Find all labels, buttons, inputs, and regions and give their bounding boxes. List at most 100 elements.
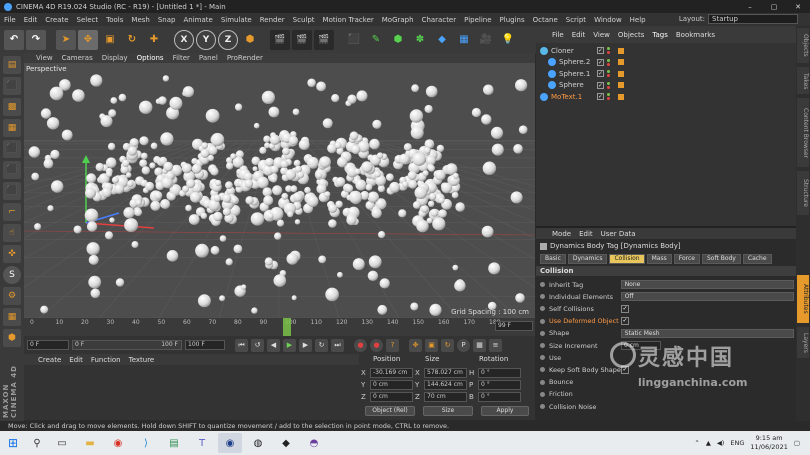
render-view-icon[interactable]: 🎬 (270, 29, 290, 50)
file-explorer-icon[interactable]: ▬ (78, 433, 102, 453)
autokeying-icon[interactable]: ● (370, 338, 383, 352)
tab-cache[interactable]: Cache (742, 253, 772, 264)
animate-bullet-icon[interactable] (540, 404, 545, 409)
coordinate-mode-dropdown[interactable]: Object (Rel) (365, 406, 415, 416)
planar-workplane-icon[interactable]: ▦ (3, 308, 21, 326)
object-enable-checkbox[interactable]: ✓ (597, 81, 604, 89)
animate-bullet-icon[interactable] (540, 379, 545, 385)
record-active-objects-icon[interactable]: ● (354, 338, 367, 352)
viewport-menu-panel[interactable]: Panel (199, 54, 218, 62)
subdivision-icon[interactable]: ⬢ (388, 30, 408, 50)
object-row-motext-1[interactable]: MoText.1 ✓ (536, 91, 796, 102)
menu-item-character[interactable]: Character (422, 16, 457, 24)
minimize-button[interactable]: – (738, 0, 762, 13)
tab-collision[interactable]: Collision (609, 253, 645, 264)
attribute-dropdown[interactable]: None (620, 280, 794, 289)
coordinate-system-icon[interactable]: ⬢ (240, 29, 260, 50)
y-axis-button[interactable]: Y (196, 29, 216, 50)
animate-bullet-icon[interactable] (540, 318, 545, 324)
menu-item-file[interactable]: File (4, 16, 16, 24)
end-frame-field[interactable]: 100 F (185, 340, 225, 350)
animate-bullet-icon[interactable] (540, 343, 545, 348)
z-axis-button[interactable]: Z (218, 29, 238, 50)
menu-item-sculpt[interactable]: Sculpt (293, 16, 315, 24)
animate-bullet-icon[interactable] (540, 391, 545, 397)
visibility-dot-icon[interactable] (607, 47, 610, 50)
object-tag-icon[interactable] (618, 47, 624, 54)
position-x-field[interactable]: -30.169 cm (370, 368, 413, 378)
vscode-icon[interactable]: ⟩ (134, 433, 158, 453)
mograph-icon[interactable]: ✽ (410, 30, 430, 50)
next-key-icon[interactable]: ↻ (315, 338, 328, 352)
volume-icon[interactable]: ◀) (717, 439, 725, 447)
viewport-solo-icon[interactable]: ⬢ (3, 329, 21, 347)
object-menu-edit[interactable]: Edit (572, 31, 586, 39)
live-selection-icon[interactable]: ➤ (56, 29, 76, 50)
rotation-b-field[interactable]: 0 ° (478, 392, 521, 402)
teams-icon[interactable]: T (190, 433, 214, 453)
timeline-menu-icon[interactable]: ≡ (489, 338, 502, 352)
size-mode-dropdown[interactable]: Size (423, 406, 473, 416)
rotation-h-field[interactable]: 0 ° (478, 368, 521, 378)
menu-item-pipeline[interactable]: Pipeline (464, 16, 491, 24)
material-manager-area[interactable] (24, 365, 359, 420)
menu-item-animate[interactable]: Animate (183, 16, 212, 24)
visibility-dot-icon[interactable] (607, 81, 610, 85)
tab-dynamics[interactable]: Dynamics (567, 253, 608, 264)
rotate-icon[interactable]: ↻ (122, 29, 142, 50)
rotation-p-field[interactable]: 0 ° (478, 380, 521, 390)
key-position-icon[interactable]: ✥ (409, 338, 422, 352)
tray-chevron-icon[interactable]: ⌃ (694, 439, 699, 447)
cinema4d-taskbar-icon[interactable]: ◉ (218, 433, 242, 453)
viewport-menu-prorender[interactable]: ProRender (227, 54, 263, 62)
notifications-icon[interactable]: ▢ (794, 439, 800, 447)
viewport-menu-cameras[interactable]: Cameras (62, 54, 93, 62)
viewport-menu-view[interactable]: View (36, 54, 53, 62)
key-parameter-icon[interactable]: P (457, 338, 470, 352)
menu-item-mesh[interactable]: Mesh (131, 16, 149, 24)
texture-mode-icon[interactable]: ▩ (3, 98, 21, 116)
floor-icon[interactable]: ▦ (454, 30, 474, 50)
go-to-end-icon[interactable]: ⏭ (331, 338, 344, 352)
search-icon[interactable]: ⚲ (26, 431, 48, 455)
start-button[interactable]: ⊞ (0, 431, 26, 455)
material-menu-function[interactable]: Function (91, 356, 121, 364)
deformer-icon[interactable]: ◆ (432, 30, 452, 50)
object-row-sphere[interactable]: Sphere ✓ (536, 80, 796, 91)
menu-item-script[interactable]: Script (566, 16, 586, 24)
unity-icon[interactable]: ◆ (274, 433, 298, 453)
language-indicator[interactable]: ENG (730, 439, 744, 447)
side-tab-content-browser[interactable]: Content Browser (797, 98, 809, 168)
size-x-field[interactable]: 578.027 cm (424, 368, 467, 378)
maximize-button[interactable]: ▢ (762, 0, 786, 13)
object-row-cloner[interactable]: Cloner ✓ (536, 45, 796, 56)
light-icon[interactable]: 💡 (498, 30, 518, 50)
apply-button[interactable]: Apply (481, 406, 529, 416)
object-menu-tags[interactable]: Tags (652, 31, 668, 39)
key-rotation-icon[interactable]: ↻ (441, 338, 454, 352)
enable-axis-icon[interactable]: ⌐ (3, 203, 21, 221)
tab-mass[interactable]: Mass (646, 253, 672, 264)
polygons-mode-icon[interactable]: ⬛ (3, 182, 21, 200)
menu-item-window[interactable]: Window (594, 16, 622, 24)
animate-bullet-icon[interactable] (540, 330, 545, 336)
timeline-ruler[interactable]: 0102030405060708090100110120130140150160… (24, 318, 535, 336)
side-tab-takes[interactable]: Takes (797, 67, 809, 95)
render-dot-icon[interactable] (607, 74, 610, 77)
previous-key-icon[interactable]: ↺ (251, 338, 264, 352)
animate-bullet-icon[interactable] (540, 306, 545, 312)
attribute-menu-edit[interactable]: Edit (579, 230, 593, 238)
previous-frame-icon[interactable]: ◀ (267, 338, 280, 352)
viewport-menu-options[interactable]: Options (137, 54, 164, 62)
menu-item-plugins[interactable]: Plugins (500, 16, 525, 24)
obs-icon[interactable]: ◍ (246, 433, 270, 453)
object-tag-icon[interactable] (618, 70, 624, 77)
headset-app-icon[interactable]: ◓ (302, 433, 326, 453)
undo-icon[interactable]: ↶ (4, 29, 24, 50)
menu-item-edit[interactable]: Edit (24, 16, 38, 24)
side-tab-objects[interactable]: Objects (797, 28, 809, 64)
start-frame-field[interactable]: 0 F (27, 340, 69, 350)
taskbar-clock[interactable]: 9:15 am 11/06/2021 (750, 434, 787, 452)
render-dot-icon[interactable] (607, 85, 610, 89)
key-point-level-icon[interactable]: ▦ (473, 338, 486, 352)
